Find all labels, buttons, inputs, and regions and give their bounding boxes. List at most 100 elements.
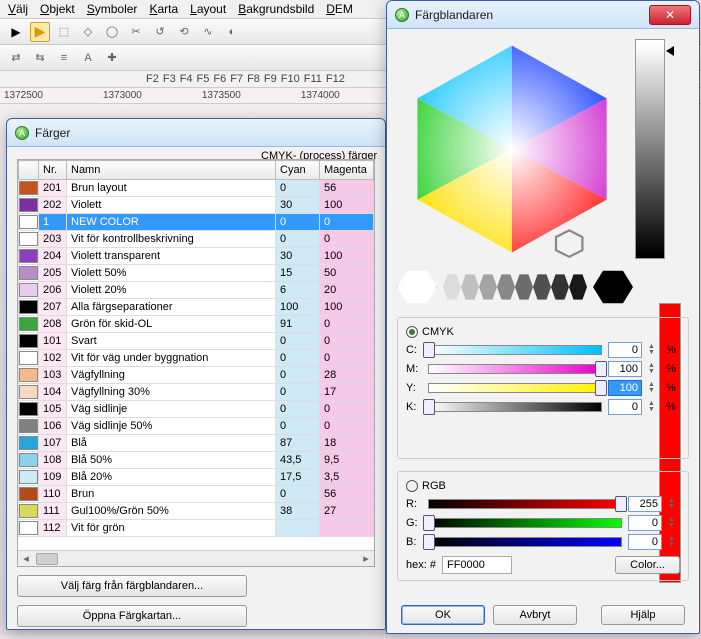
fkey-F8[interactable]: F8 — [245, 73, 262, 85]
preset-black[interactable] — [593, 269, 633, 305]
channel-value[interactable] — [628, 515, 662, 531]
cmyk-radio[interactable]: CMYK — [406, 326, 680, 338]
table-row[interactable]: 108Blå 50%43,59,5 — [19, 452, 374, 469]
channel-slider[interactable] — [428, 364, 602, 374]
cancel-button[interactable]: Avbryt — [493, 605, 577, 625]
menu-välj[interactable]: Välj — [8, 2, 28, 16]
channel-slider[interactable] — [428, 499, 622, 509]
fkey-F5[interactable]: F5 — [195, 73, 212, 85]
channel-value[interactable] — [608, 399, 642, 415]
ok-button[interactable]: OK — [401, 605, 485, 625]
fkey-F4[interactable]: F4 — [178, 73, 195, 85]
channel-slider[interactable] — [428, 518, 622, 528]
play-icon[interactable]: ▶ — [6, 22, 26, 42]
menu-layout[interactable]: Layout — [190, 2, 226, 16]
channel-value[interactable] — [628, 496, 662, 512]
menu-dem[interactable]: DEM — [326, 2, 353, 16]
table-row[interactable]: 109Blå 20%17,53,5 — [19, 469, 374, 486]
rgb-radio[interactable]: RGB — [406, 480, 680, 492]
preset-gray-4[interactable] — [515, 273, 533, 301]
close-button[interactable]: ✕ — [649, 5, 691, 25]
menu-symboler[interactable]: Symboler — [87, 2, 138, 16]
spinner[interactable]: ▲▼ — [648, 382, 660, 394]
tool-generic-2[interactable]: ◇ — [78, 22, 98, 42]
hscrollbar[interactable]: ◂ ▸ — [18, 550, 374, 566]
table-row[interactable]: 208Grön för skid-OL910 — [19, 316, 374, 333]
tool-generic-5[interactable]: ↺ — [150, 22, 170, 42]
table-row[interactable]: 103Vägfyllning028 — [19, 367, 374, 384]
table-row[interactable]: 201Brun layout056 — [19, 180, 374, 197]
value-slider[interactable] — [635, 39, 665, 259]
scroll-thumb[interactable] — [36, 553, 58, 565]
spinner[interactable]: ▲▼ — [648, 344, 660, 356]
fkey-F7[interactable]: F7 — [228, 73, 245, 85]
fkey-F9[interactable]: F9 — [262, 73, 279, 85]
menu-objekt[interactable]: Objekt — [40, 2, 75, 16]
table-row[interactable]: 102Vit för väg under byggnation00 — [19, 350, 374, 367]
preset-gray-1[interactable] — [461, 273, 479, 301]
tool-generic-7[interactable]: ∿ — [198, 22, 218, 42]
tool-generic-4[interactable]: ✂ — [126, 22, 146, 42]
channel-slider[interactable] — [428, 345, 602, 355]
select-tool[interactable]: ▶ — [30, 22, 50, 42]
table-row[interactable]: 203Vit för kontrollbeskrivning00 — [19, 231, 374, 248]
table-row[interactable]: 1NEW COLOR00 — [19, 214, 374, 231]
table-row[interactable]: 204Violett transparent30100 — [19, 248, 374, 265]
channel-slider[interactable] — [428, 383, 602, 393]
col-cyan[interactable]: Cyan — [276, 161, 320, 180]
table-row[interactable]: 107Blå8718 — [19, 435, 374, 452]
menu-karta[interactable]: Karta — [149, 2, 178, 16]
fkey-F11[interactable]: F11 — [302, 73, 324, 85]
table-row[interactable]: 105Väg sidlinje00 — [19, 401, 374, 418]
preset-gray-3[interactable] — [497, 273, 515, 301]
table-row[interactable]: 104Vägfyllning 30%017 — [19, 384, 374, 401]
channel-slider[interactable] — [428, 537, 622, 547]
tool-row2-5[interactable]: ✚ — [102, 48, 122, 68]
col-magenta[interactable]: Magenta — [320, 161, 374, 180]
table-row[interactable]: 207Alla färgseparationer100100 — [19, 299, 374, 316]
scroll-left-icon[interactable]: ◂ — [18, 552, 34, 565]
tool-generic-1[interactable]: ⬚ — [54, 22, 74, 42]
pick-from-mixer-button[interactable]: Välj färg från färgblandaren... — [17, 575, 247, 597]
table-row[interactable]: 112Vit för grön — [19, 520, 374, 537]
preset-gray-0[interactable] — [443, 273, 461, 301]
tool-generic-8[interactable]: ◐ — [222, 22, 242, 42]
hex-color-picker[interactable] — [397, 39, 627, 259]
spinner[interactable]: ▲▼ — [648, 363, 660, 375]
fkey-F12[interactable]: F12 — [324, 73, 347, 85]
help-button[interactable]: Hjälp — [601, 605, 685, 625]
tool-generic-6[interactable]: ⟲ — [174, 22, 194, 42]
preset-gray-2[interactable] — [479, 273, 497, 301]
table-row[interactable]: 202Violett30100 — [19, 197, 374, 214]
tool-row2-3[interactable]: ≡ — [54, 48, 74, 68]
mixer-titlebar[interactable]: A Färgblandaren ✕ — [387, 1, 699, 29]
fkey-F3[interactable]: F3 — [161, 73, 178, 85]
table-row[interactable]: 106Väg sidlinje 50%00 — [19, 418, 374, 435]
preset-gray-7[interactable] — [569, 273, 587, 301]
fkey-F2[interactable]: F2 — [144, 73, 161, 85]
menu-bakgrundsbild[interactable]: Bakgrundsbild — [238, 2, 314, 16]
color-table[interactable]: Nr. Namn Cyan Magenta 201Brun layout0562… — [17, 159, 375, 567]
value-slider-marker[interactable] — [666, 46, 674, 56]
tool-generic-3[interactable]: ◯ — [102, 22, 122, 42]
hex-input[interactable] — [442, 556, 512, 574]
preset-gray-5[interactable] — [533, 273, 551, 301]
colors-titlebar[interactable]: A Färger — [7, 119, 385, 147]
table-row[interactable]: 111Gul100%/Grön 50%3827 — [19, 503, 374, 520]
fkey-F10[interactable]: F10 — [279, 73, 302, 85]
channel-value[interactable] — [608, 342, 642, 358]
tool-row2-2[interactable]: ⇆ — [30, 48, 50, 68]
channel-value[interactable] — [608, 380, 642, 396]
scroll-right-icon[interactable]: ▸ — [358, 552, 374, 565]
table-row[interactable]: 205Violett 50%1550 — [19, 265, 374, 282]
col-nr[interactable]: Nr. — [39, 161, 67, 180]
spinner[interactable]: ▲▼ — [668, 536, 680, 548]
channel-value[interactable] — [608, 361, 642, 377]
col-name[interactable]: Namn — [67, 161, 276, 180]
channel-value[interactable] — [628, 534, 662, 550]
table-row[interactable]: 101Svart00 — [19, 333, 374, 350]
table-row[interactable]: 206Violett 20%620 — [19, 282, 374, 299]
tool-row2-4[interactable]: A — [78, 48, 98, 68]
spinner[interactable]: ▲▼ — [648, 401, 660, 413]
channel-slider[interactable] — [428, 402, 602, 412]
